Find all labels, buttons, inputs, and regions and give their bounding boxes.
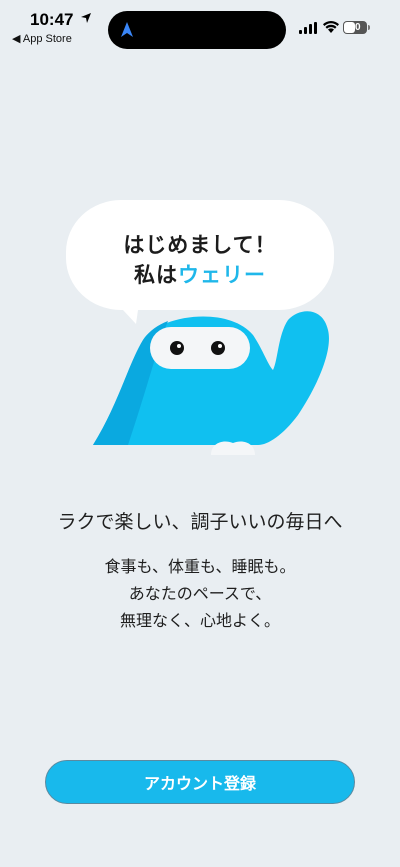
dynamic-island <box>108 11 286 49</box>
mascot-face-band <box>150 327 250 369</box>
introduction-text: 私はウェリー <box>66 259 334 289</box>
mascot-illustration <box>93 311 329 455</box>
tagline: ラクで楽しい、調子いいの毎日へ <box>57 511 343 533</box>
description-line-3: 無理なく、心地よく。 <box>119 611 280 630</box>
wifi-icon <box>323 21 339 33</box>
mascot-right-eye <box>211 341 225 355</box>
navigation-arrow-icon <box>121 22 133 37</box>
back-to-app-store-link[interactable]: ◀ App Store <box>12 32 72 45</box>
status-bar: 10:47 ◀ App Store 40 <box>0 0 400 56</box>
description-line-2: あなたのペースで、 <box>128 584 272 603</box>
mascot-name: ウェリー <box>178 263 266 287</box>
cellular-signal-icon <box>299 22 317 34</box>
status-time: 10:47 <box>30 10 74 29</box>
mascot-left-eye <box>170 341 184 355</box>
battery-percent: 40 <box>349 22 361 33</box>
description-line-1: 食事も、体重も、睡眠も。 <box>104 557 296 576</box>
register-account-button[interactable]: アカウント登録 <box>45 760 355 804</box>
battery-icon: 40 <box>343 21 367 34</box>
location-arrow-icon <box>81 13 91 23</box>
introduction-prefix: 私は <box>134 263 178 287</box>
greeting-text: はじめまして！ <box>123 233 277 257</box>
mascot-foot <box>211 441 255 455</box>
battery-cap <box>368 25 370 30</box>
